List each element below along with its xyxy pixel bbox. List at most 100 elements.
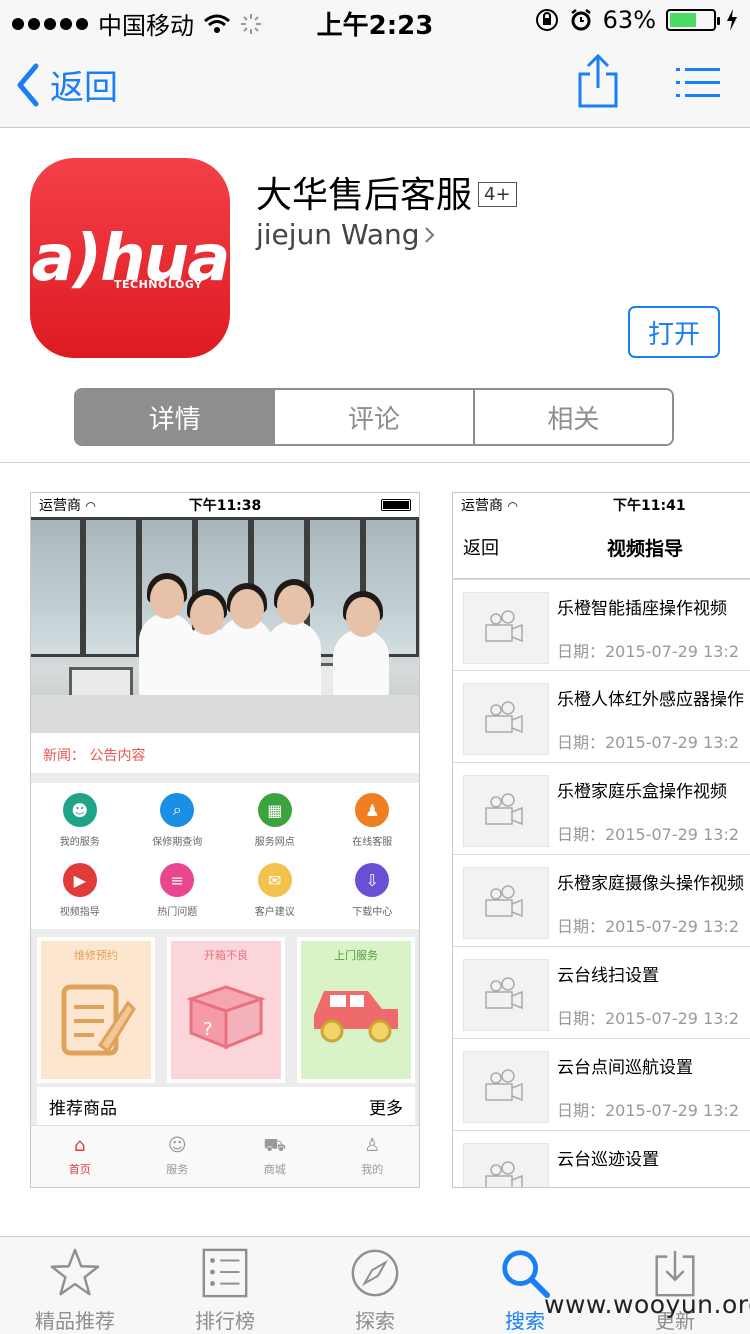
service-grid-item[interactable]: ☻ 我的服务 bbox=[31, 783, 129, 853]
video-date: 日期：2015-07-29 13:2 bbox=[557, 642, 740, 661]
rotation-lock-icon bbox=[535, 9, 558, 31]
back-button[interactable]: 返回 bbox=[16, 60, 118, 109]
service-card[interactable]: 维修预约 bbox=[37, 937, 155, 1083]
video-title: 乐橙家庭摄像头操作视频 bbox=[557, 874, 744, 894]
service-grid-item[interactable]: ▶ 视频指导 bbox=[31, 853, 129, 923]
status-bar: 中国移动 上午2:23 63% bbox=[0, 0, 750, 41]
segment-details[interactable]: 详情 bbox=[76, 390, 274, 444]
video-camera-icon bbox=[463, 592, 549, 664]
chevron-left-icon bbox=[17, 63, 39, 106]
screenshot-status-bar: 运营商 ◠ 下午11:38 bbox=[31, 493, 419, 517]
list-icon[interactable] bbox=[676, 66, 720, 100]
open-button[interactable]: 打开 bbox=[628, 306, 720, 358]
video-camera-icon bbox=[463, 959, 549, 1031]
list-item[interactable]: 云台点间巡航设置 日期：2015-07-29 13:2 bbox=[453, 1039, 750, 1131]
service-card[interactable]: 开箱不良? bbox=[167, 937, 285, 1083]
tab-mall[interactable]: ⛟ 商城 bbox=[226, 1126, 324, 1187]
video-date: 日期：2015-07-29 13:2 bbox=[557, 733, 740, 752]
video-camera-icon bbox=[463, 867, 549, 939]
cart-icon: ⛟ bbox=[263, 1134, 287, 1156]
home-icon: ⌂ bbox=[74, 1134, 86, 1156]
segmented-control: 详情 评论 相关 bbox=[74, 388, 674, 446]
list-icon: ≡ bbox=[160, 863, 195, 897]
tab-label: 精品推荐 bbox=[35, 1309, 115, 1333]
screenshot-time: 下午11:41 bbox=[613, 498, 686, 514]
developer-link[interactable]: jiejun Wang bbox=[256, 218, 436, 251]
tab-updates[interactable]: 更新 bbox=[600, 1237, 750, 1334]
video-title: 乐橙智能插座操作视频 bbox=[557, 599, 727, 619]
service-grid-label: 我的服务 bbox=[59, 837, 100, 848]
chat-icon: ✉ bbox=[257, 863, 292, 897]
list-item[interactable]: 乐橙家庭乐盒操作视频 日期：2015-07-29 13:2 bbox=[453, 763, 750, 855]
charging-icon bbox=[727, 9, 737, 31]
service-cards: 维修预约 开箱不良? 上门服务 bbox=[31, 929, 419, 1087]
segment-reviews[interactable]: 评论 bbox=[273, 390, 473, 444]
tab-label: 探索 bbox=[355, 1309, 395, 1333]
app-icon: a)hua TECHNOLOGY bbox=[30, 158, 230, 358]
developer-name: jiejun Wang bbox=[256, 218, 420, 251]
list-item[interactable]: 乐橙家庭摄像头操作视频 日期：2015-07-29 13:2 bbox=[453, 855, 750, 947]
watermark: www.wooyun.org bbox=[544, 1290, 750, 1319]
share-icon[interactable] bbox=[576, 54, 620, 108]
video-camera-icon bbox=[463, 683, 549, 755]
video-list: 乐橙智能插座操作视频 日期：2015-07-29 13:2 乐橙人体红外感应器操作日… bbox=[453, 579, 750, 1187]
list-item[interactable]: 乐橙人体红外感应器操作 日期：2015-07-29 13:2 bbox=[453, 671, 750, 763]
service-grid-item[interactable]: ⇩ 下载中心 bbox=[324, 853, 420, 923]
people-icon: ☺ bbox=[167, 1134, 187, 1156]
service-card-title: 维修预约 bbox=[74, 949, 118, 962]
service-grid-item[interactable]: ▦ 服务网点 bbox=[226, 783, 324, 853]
tab-label: 首页 bbox=[68, 1162, 91, 1176]
people-icon: ☻ bbox=[62, 793, 97, 827]
tab-search[interactable]: 搜索 bbox=[450, 1237, 600, 1334]
back-label: 返回 bbox=[50, 68, 118, 108]
divider bbox=[0, 462, 750, 463]
tab-ranking[interactable]: 排行榜 bbox=[150, 1237, 300, 1334]
list-item[interactable]: 云台线扫设置 日期：2015-07-29 13:2 bbox=[453, 947, 750, 1039]
screenshot-title: 视频指导 bbox=[607, 538, 684, 560]
tab-label: 搜索 bbox=[505, 1309, 545, 1333]
app-title: 大华售后客服 bbox=[256, 175, 473, 216]
screenshot-time: 下午11:38 bbox=[188, 498, 262, 514]
tab-explore[interactable]: 探索 bbox=[300, 1237, 450, 1334]
segment-related[interactable]: 相关 bbox=[472, 390, 672, 444]
alarm-icon bbox=[570, 9, 591, 31]
ranking-icon bbox=[202, 1248, 248, 1298]
service-grid: ☻ 我的服务 ⌕ 保修期查询 ▦ 服务网点 ♟ 在线客服 ▶ 视频指导 ≡ 热门问题 ✉ 客户建议 ⇩ 下载中… bbox=[31, 783, 420, 925]
app-screenshot-2[interactable]: 运营商 ◠ 下午11:41 返回 视频指导 乐橙智能插座操作视频 日期：2015-… bbox=[452, 492, 750, 1188]
video-title: 乐橙人体红外感应器操作 bbox=[557, 690, 744, 710]
service-card[interactable]: 上门服务 bbox=[297, 937, 415, 1083]
app-icon-subtext: TECHNOLOGY bbox=[114, 278, 203, 291]
service-grid-item[interactable]: ⌕ 保修期查询 bbox=[129, 783, 227, 853]
tab-bar: 精品推荐 排行榜 探索 搜索 更新 bbox=[0, 1236, 750, 1334]
tab-featured[interactable]: 精品推荐 bbox=[0, 1237, 150, 1334]
video-camera-icon bbox=[463, 775, 549, 847]
screenshot-back-button[interactable]: 返回 bbox=[463, 534, 499, 560]
list-item[interactable]: 云台巡迹设置 bbox=[453, 1131, 750, 1187]
tab-label: 服务 bbox=[166, 1162, 189, 1176]
video-title: 云台点间巡航设置 bbox=[557, 1058, 693, 1078]
more-link[interactable]: 更多 bbox=[369, 1094, 403, 1119]
video-camera-icon bbox=[463, 1143, 549, 1187]
list-item[interactable]: 乐橙智能插座操作视频 日期：2015-07-29 13:2 bbox=[453, 579, 750, 671]
app-screenshot-1[interactable]: 运营商 ◠ 下午11:38 新闻： 公告内容 ☻ 我的服务 ⌕ 保修期查询 ▦ 服务网点 ♟… bbox=[30, 492, 420, 1188]
document-icon bbox=[56, 975, 136, 1069]
service-grid-item[interactable]: ✉ 客户建议 bbox=[226, 853, 324, 923]
battery-icon bbox=[666, 9, 720, 31]
tab-label: 商城 bbox=[263, 1162, 286, 1176]
service-grid-label: 保修期查询 bbox=[152, 837, 203, 848]
tab-home[interactable]: ⌂ 首页 bbox=[31, 1126, 129, 1187]
service-grid-label: 视频指导 bbox=[59, 907, 100, 918]
video-date: 日期：2015-07-29 13:2 bbox=[557, 917, 740, 936]
tab-service[interactable]: ☺ 服务 bbox=[129, 1126, 227, 1187]
service-card-title: 开箱不良 bbox=[204, 949, 248, 962]
tab-mine[interactable]: ♙ 我的 bbox=[324, 1126, 420, 1187]
tab-label: 排行榜 bbox=[195, 1309, 255, 1333]
service-grid-item[interactable]: ♟ 在线客服 bbox=[324, 783, 420, 853]
news-ticker[interactable]: 新闻： 公告内容 bbox=[31, 733, 419, 773]
recommend-header: 推荐商品 更多 bbox=[31, 1087, 419, 1125]
service-grid-label: 服务网点 bbox=[254, 837, 295, 848]
service-grid-item[interactable]: ≡ 热门问题 bbox=[129, 853, 227, 923]
screenshot-tab-bar: ⌂ 首页 ☺ 服务 ⛟ 商城 ♙ 我的 bbox=[31, 1125, 420, 1187]
service-grid-label: 客户建议 bbox=[254, 907, 295, 918]
staff-photo bbox=[31, 517, 419, 733]
